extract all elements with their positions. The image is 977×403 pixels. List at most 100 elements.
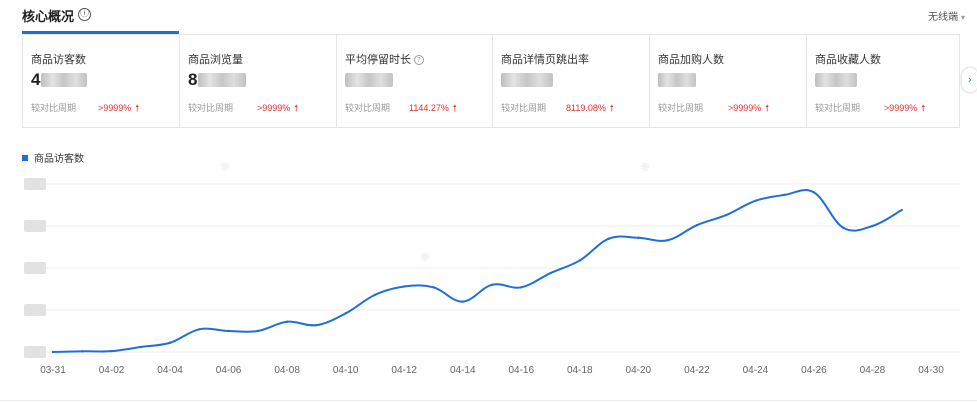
metric-name: 商品加购人数 — [658, 54, 724, 66]
metric-name: 商品访客数 — [31, 54, 86, 66]
metric-value — [658, 71, 696, 89]
data-point-04-03 — [139, 345, 142, 349]
compare-label: 较对比周期 — [31, 103, 77, 113]
data-point-04-01 — [81, 350, 84, 353]
compare-label: 较对比周期 — [345, 103, 391, 113]
header: 核心概况 ⓘ 无线端 ▾ — [0, 0, 977, 34]
compare-label: 较对比周期 — [815, 103, 861, 113]
metric-card-avg-stay[interactable]: 平均停留时长? 较对比周期 1144.27% 🠕 — [337, 35, 493, 127]
compare-label: 较对比周期 — [501, 103, 547, 113]
platform-label: 无线端 — [927, 12, 958, 23]
arrow-up-icon: 🠕 — [294, 104, 299, 114]
blurred-y-tick — [24, 346, 46, 358]
data-point-04-10 — [344, 312, 347, 315]
data-point-04-14 — [461, 300, 464, 303]
y-tick-labels — [24, 178, 46, 358]
chart-grid — [40, 183, 960, 353]
data-point-04-04 — [168, 341, 172, 344]
x-tick-label: 04-30 — [918, 365, 944, 376]
arrow-up-icon: 🠕 — [452, 104, 457, 114]
metric-card-add-to-cart[interactable]: 商品加购人数 较对比周期 >9999% 🠕 — [650, 35, 807, 127]
metric-name: 商品收藏人数 — [815, 54, 881, 66]
data-point-04-20 — [637, 236, 640, 239]
x-tick-label: 03-31 — [40, 365, 66, 376]
x-tick-label: 04-06 — [216, 365, 242, 376]
data-point-04-02 — [110, 349, 113, 353]
x-tick-label: 04-02 — [99, 365, 125, 376]
metric-value — [345, 71, 393, 89]
platform-select[interactable]: 无线端 ▾ — [928, 8, 965, 23]
x-tick-label: 04-14 — [450, 365, 476, 376]
metric-card-favorites[interactable]: 商品收藏人数 较对比周期 >9999% 🠕 — [807, 35, 959, 127]
data-point-04-18 — [578, 259, 581, 262]
divider — [0, 400, 977, 401]
arrow-up-icon: 🠕 — [609, 104, 614, 114]
x-tick-label: 04-12 — [391, 365, 417, 376]
metric-value-prefix: 4 — [31, 70, 41, 89]
data-point-04-29 — [900, 208, 903, 212]
x-tick-label: 04-04 — [157, 365, 183, 376]
blurred-value — [501, 73, 553, 87]
delta-value: 1144.27% 🠕 — [409, 103, 457, 114]
x-tick-label: 04-16 — [508, 365, 534, 376]
data-point-04-13 — [432, 286, 435, 289]
chevron-right-icon[interactable]: › — [962, 68, 977, 92]
blurred-value — [815, 73, 857, 87]
data-point-04-26 — [812, 191, 816, 194]
metric-value: 8 — [188, 70, 247, 89]
data-point-04-25 — [783, 193, 786, 197]
metric-value: 4 — [31, 70, 88, 89]
data-point-04-08 — [285, 320, 289, 323]
metric-value-prefix: 8 — [188, 70, 198, 89]
metric-card-pageviews[interactable]: 商品浏览量 8 较对比周期 >9999% 🠕 — [180, 35, 337, 127]
x-tick-labels: 03-31 04-02 04-04 04-06 04-08 04-10 04-12 04-14… — [40, 365, 944, 376]
data-point-04-16 — [520, 286, 523, 289]
blurred-value — [658, 73, 696, 87]
x-tick-label: 04-18 — [567, 365, 593, 376]
blurred-value — [345, 73, 393, 87]
metric-cards: 商品访客数 4 较对比周期 >9999% 🠕 商品浏览量 8 较对比周期 >999… — [22, 34, 960, 128]
blurred-value — [41, 73, 88, 87]
data-point-04-06 — [227, 329, 230, 333]
data-point-04-12 — [403, 285, 406, 288]
x-tick-label: 04-10 — [333, 365, 359, 376]
arrow-up-icon: 🠕 — [921, 104, 926, 114]
arrow-up-icon: 🠕 — [135, 104, 140, 114]
data-point-04-07 — [256, 329, 260, 333]
metric-card-bounce-rate[interactable]: 商品详情页跳出率 较对比周期 8119.08% 🠕 — [493, 35, 650, 127]
line-chart: 03-31 04-02 04-04 04-06 04-08 04-10 04-12 04-14… — [24, 178, 960, 376]
x-tick-label: 04-26 — [801, 365, 827, 376]
data-point-04-09 — [315, 323, 318, 327]
data-point-03-31 — [51, 350, 55, 354]
blurred-y-tick — [24, 262, 46, 274]
x-tick-label: 04-28 — [860, 365, 886, 376]
data-point-04-05 — [198, 328, 201, 331]
data-point-04-11 — [373, 293, 377, 297]
blurred-value — [198, 73, 247, 87]
data-point-04-28 — [871, 224, 874, 228]
data-point-04-24 — [754, 199, 757, 202]
delta-value: >9999% 🠕 — [257, 103, 299, 114]
metric-name: 商品详情页跳出率 — [501, 54, 589, 66]
x-tick-label: 04-20 — [626, 365, 652, 376]
blurred-y-tick — [24, 220, 46, 232]
chevron-down-icon: ▾ — [960, 13, 965, 22]
series-line — [52, 189, 903, 353]
delta-value: >9999% 🠕 — [728, 103, 770, 114]
x-tick-label: 04-24 — [743, 365, 769, 376]
question-icon[interactable]: ? — [414, 55, 424, 65]
metric-name: 平均停留时长? — [345, 51, 424, 67]
delta-value: >9999% 🠕 — [884, 103, 926, 114]
info-icon[interactable]: ⓘ — [78, 8, 91, 21]
data-point-04-22 — [695, 223, 699, 227]
series-points — [51, 191, 903, 354]
arrow-up-icon: 🠕 — [765, 104, 770, 114]
compare-label: 较对比周期 — [188, 103, 234, 113]
x-tick-label: 04-08 — [274, 365, 300, 376]
page-title: 核心概况 — [22, 9, 75, 24]
data-point-04-23 — [724, 213, 728, 217]
data-point-04-27 — [842, 226, 845, 229]
metric-value — [815, 71, 857, 89]
metric-card-visitors[interactable]: 商品访客数 4 较对比周期 >9999% 🠕 — [23, 35, 180, 127]
blurred-y-tick — [24, 178, 46, 190]
